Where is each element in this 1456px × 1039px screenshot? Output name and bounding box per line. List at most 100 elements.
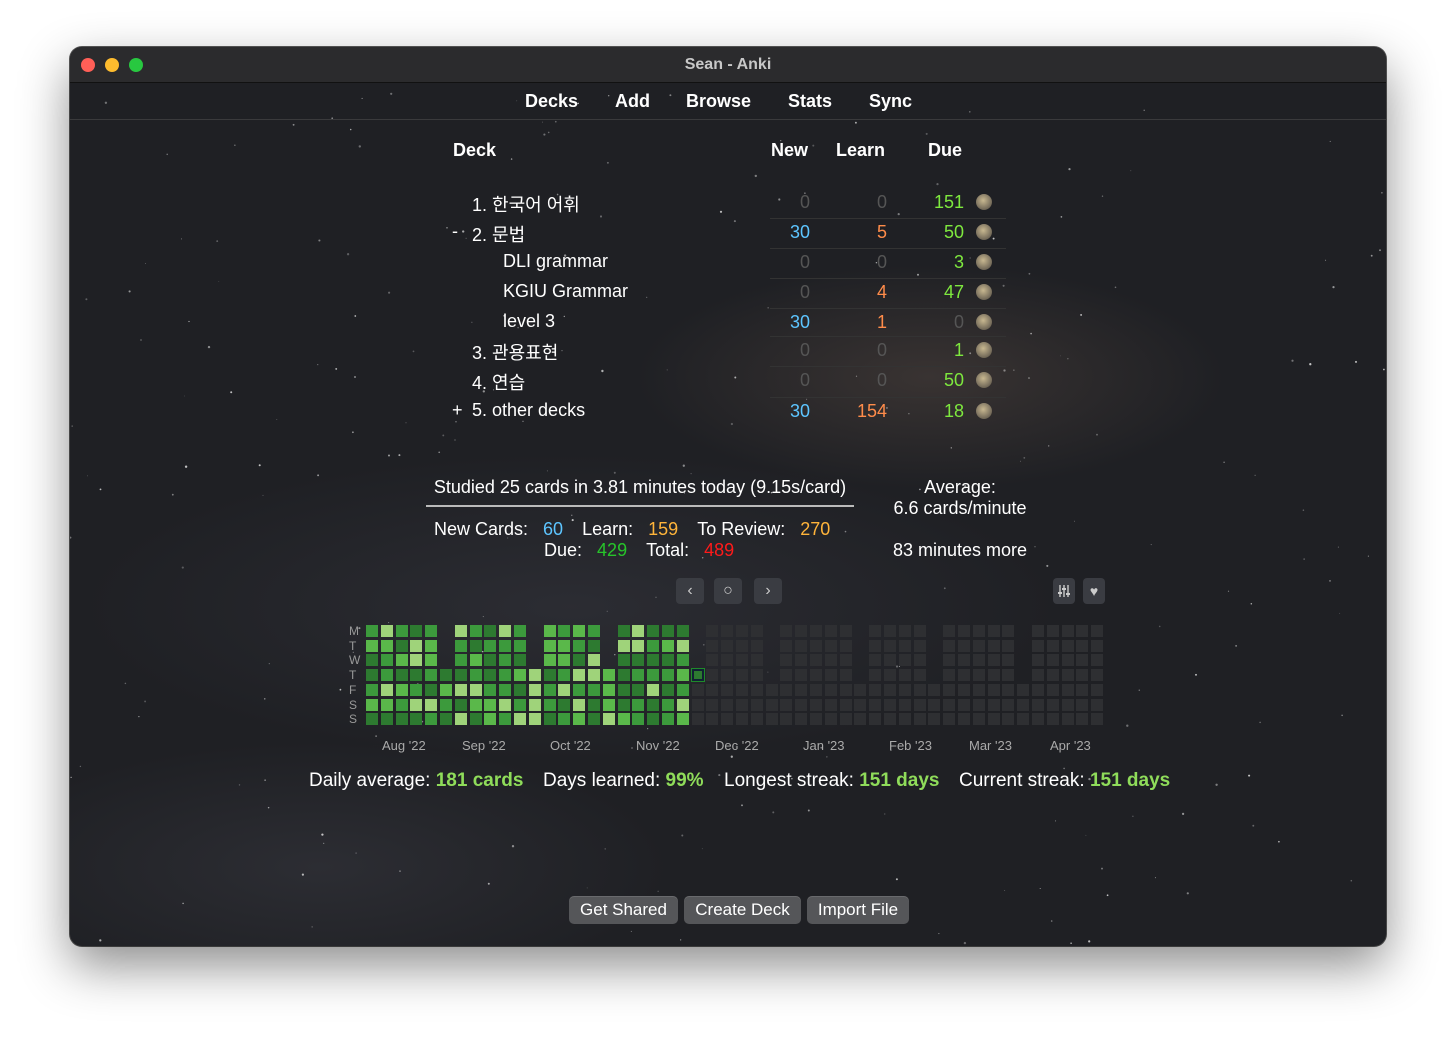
heatmap-day-cell[interactable]: [380, 625, 393, 637]
heatmap-day-cell[interactable]: [380, 669, 393, 682]
deck-row[interactable]: 4. 연습 0 0 50: [70, 365, 1386, 395]
heatmap-day-cell[interactable]: [780, 639, 793, 652]
heatmap-day-cell[interactable]: [987, 625, 1000, 637]
heatmap-day-cell[interactable]: [1091, 698, 1104, 711]
heatmap-day-cell[interactable]: [1032, 654, 1044, 667]
heatmap-day-cell[interactable]: [380, 713, 393, 726]
heatmap-day-cell[interactable]: [1002, 639, 1015, 652]
heatmap-day-cell[interactable]: [454, 669, 467, 682]
heatmap-day-cell[interactable]: [395, 639, 408, 652]
heatmap-day-cell[interactable]: [425, 639, 438, 652]
heatmap-day-cell[interactable]: [617, 683, 630, 696]
heatmap-day-cell[interactable]: [425, 654, 438, 667]
heatmap-day-cell[interactable]: [884, 639, 896, 652]
heatmap-day-cell[interactable]: [928, 713, 941, 726]
heatmap-day-cell[interactable]: [366, 625, 378, 637]
heatmap-day-cell[interactable]: [987, 683, 1000, 696]
heatmap-day-cell[interactable]: [662, 625, 674, 637]
heatmap-day-cell[interactable]: [869, 683, 882, 696]
heatmap-day-cell[interactable]: [543, 639, 556, 652]
heatmap-day-cell[interactable]: [839, 713, 852, 726]
heatmap-day-cell[interactable]: [795, 639, 808, 652]
heatmap-day-cell[interactable]: [810, 639, 822, 652]
deck-row[interactable]: 3. 관용표현 0 0 1: [70, 335, 1386, 365]
heatmap-day-cell[interactable]: [824, 669, 837, 682]
heatmap-day-cell[interactable]: [884, 683, 896, 696]
heatmap-day-cell[interactable]: [484, 683, 497, 696]
heatmap-day-cell[interactable]: [543, 625, 556, 637]
heatmap-day-cell[interactable]: [617, 698, 630, 711]
deck-options-gear-icon[interactable]: [976, 224, 992, 240]
deck-row[interactable]: level 3 30 1 0: [70, 307, 1386, 337]
heatmap-day-cell[interactable]: [440, 669, 452, 682]
heatmap-day-cell[interactable]: [736, 713, 748, 726]
deck-row[interactable]: DLI grammar 0 0 3: [70, 247, 1386, 277]
heatmap-day-cell[interactable]: [943, 698, 956, 711]
heatmap-day-cell[interactable]: [440, 698, 452, 711]
heatmap-day-cell[interactable]: [750, 683, 763, 696]
heatmap-day-cell[interactable]: [721, 713, 734, 726]
heatmap-day-cell[interactable]: [810, 683, 822, 696]
heatmap-day-cell[interactable]: [706, 698, 719, 711]
heatmap-day-cell[interactable]: [839, 639, 852, 652]
heatmap-day-cell[interactable]: [425, 683, 438, 696]
heatmap-day-cell[interactable]: [884, 698, 896, 711]
heatmap-day-cell[interactable]: [499, 625, 512, 637]
heatmap-day-cell[interactable]: [1091, 713, 1104, 726]
toolbar-sync[interactable]: Sync: [869, 91, 912, 112]
heatmap-day-cell[interactable]: [987, 654, 1000, 667]
heatmap-day-cell[interactable]: [395, 669, 408, 682]
heatmap-day-cell[interactable]: [987, 713, 1000, 726]
heatmap-day-cell[interactable]: [617, 625, 630, 637]
heatmap-day-cell[interactable]: [869, 669, 882, 682]
heatmap-day-cell[interactable]: [854, 713, 867, 726]
heatmap-day-cell[interactable]: [573, 625, 586, 637]
toolbar-add[interactable]: Add: [615, 91, 650, 112]
heatmap-day-cell[interactable]: [943, 654, 956, 667]
heatmap-day-cell[interactable]: [558, 639, 571, 652]
heatmap-day-cell[interactable]: [706, 713, 719, 726]
heatmap-day-cell[interactable]: [469, 625, 482, 637]
heatmap-day-cell[interactable]: [1017, 683, 1030, 696]
heatmap-day-cell[interactable]: [1076, 654, 1089, 667]
heatmap-day-cell[interactable]: [736, 654, 748, 667]
heatmap-day-cell[interactable]: [617, 654, 630, 667]
heatmap-day-cell[interactable]: [573, 654, 586, 667]
heatmap-day-cell[interactable]: [617, 713, 630, 726]
heatmap-day-cell[interactable]: [395, 713, 408, 726]
heatmap-day-cell[interactable]: [958, 683, 970, 696]
heatmap-day-cell[interactable]: [410, 639, 423, 652]
heatmap-day-cell[interactable]: [454, 683, 467, 696]
heatmap-day-cell[interactable]: [795, 698, 808, 711]
heatmap-day-cell[interactable]: [588, 625, 600, 637]
heatmap-day-cell[interactable]: [913, 669, 926, 682]
heatmap-day-cell[interactable]: [588, 639, 600, 652]
heatmap-day-cell[interactable]: [839, 698, 852, 711]
heatmap-day-cell[interactable]: [469, 713, 482, 726]
heatmap-day-cell[interactable]: [1046, 698, 1059, 711]
heatmap-day-cell[interactable]: [810, 698, 822, 711]
heatmap-day-cell[interactable]: [1061, 654, 1074, 667]
heatmap-day-cell[interactable]: [765, 683, 778, 696]
heatmap-day-cell[interactable]: [780, 625, 793, 637]
heatmap-day-cell[interactable]: [573, 639, 586, 652]
heatmap-day-cell[interactable]: [1046, 654, 1059, 667]
heatmap-day-cell[interactable]: [1076, 669, 1089, 682]
heatmap-day-cell[interactable]: [662, 698, 674, 711]
collapse-toggle[interactable]: -: [452, 221, 458, 242]
heatmap-day-cell[interactable]: [647, 639, 660, 652]
heatmap-prev-button[interactable]: ‹: [676, 578, 704, 604]
heatmap-day-cell[interactable]: [706, 639, 719, 652]
heatmap-day-cell[interactable]: [795, 654, 808, 667]
heatmap-day-cell[interactable]: [972, 713, 985, 726]
heatmap-day-cell[interactable]: [943, 639, 956, 652]
heatmap-day-cell[interactable]: [824, 654, 837, 667]
heatmap-day-cell[interactable]: [780, 669, 793, 682]
heatmap-day-cell[interactable]: [1061, 625, 1074, 637]
heatmap-day-cell[interactable]: [602, 713, 615, 726]
deck-name[interactable]: level 3: [503, 311, 555, 332]
heatmap-day-cell[interactable]: [514, 683, 526, 696]
heatmap-day-cell[interactable]: [395, 625, 408, 637]
heatmap-day-cell[interactable]: [528, 713, 541, 726]
heatmap-day-cell[interactable]: [484, 713, 497, 726]
